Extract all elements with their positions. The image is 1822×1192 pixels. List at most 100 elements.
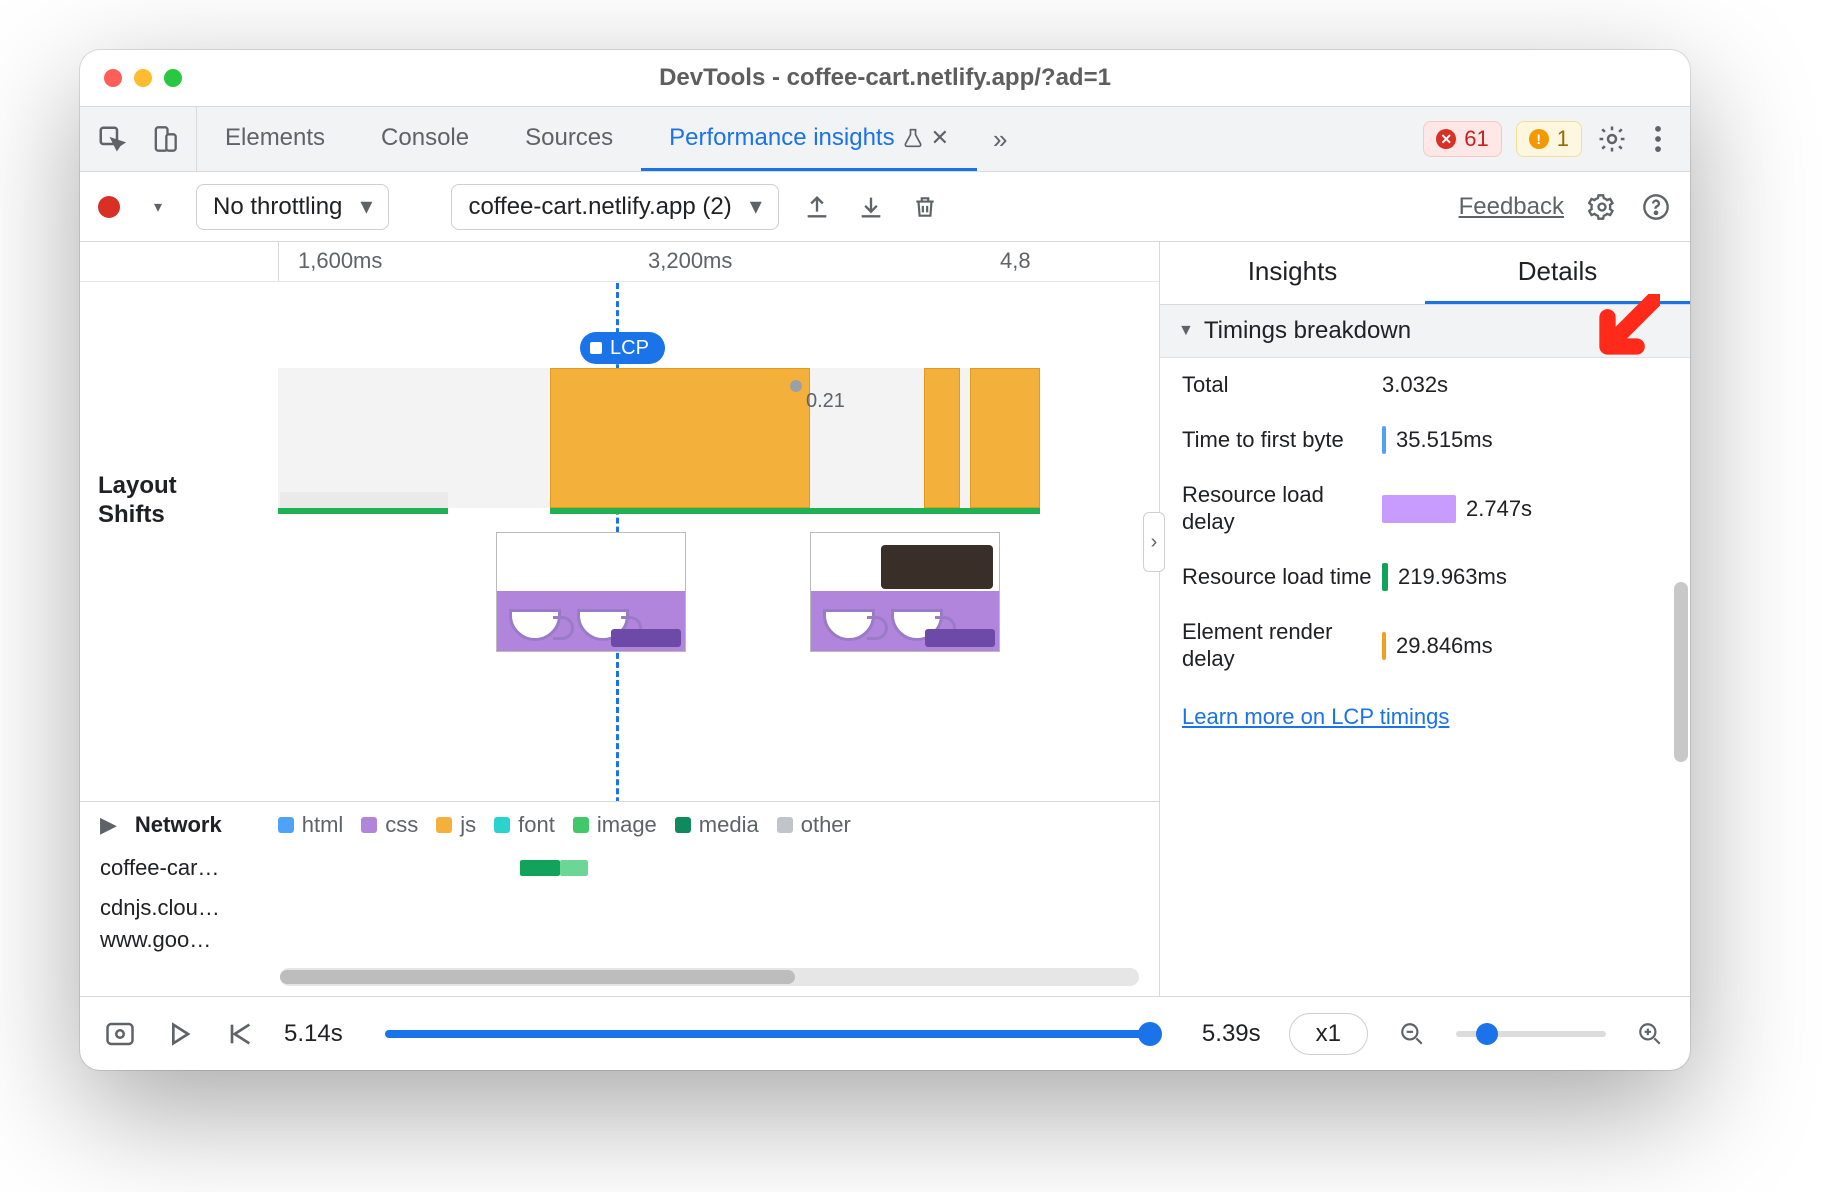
metric-value: 29.846ms [1396,633,1493,659]
legend-js: js [436,812,476,838]
lcp-marker[interactable]: LCP [580,332,665,364]
ls-bar [550,508,1040,514]
network-row[interactable]: coffee-car… [80,848,1159,888]
play-icon[interactable] [164,1018,196,1050]
warning-count: 1 [1557,126,1569,152]
network-rows: coffee-car… cdnjs.clou… www.goo… [80,848,1159,962]
settings-gear-icon[interactable] [1596,123,1628,155]
target-value: coffee-cart.netlify.app (2) [468,193,731,221]
learn-more-link[interactable]: Learn more on LCP timings [1182,704,1449,729]
tab-label: Sources [525,124,613,152]
tab-insights[interactable]: Insights [1160,242,1425,304]
filmstrip-thumb[interactable] [496,532,686,652]
flask-icon [903,127,923,149]
devtools-tabstrip: Elements Console Sources Performance ins… [80,106,1690,172]
metric-label: Time to first byte [1182,427,1372,453]
vertical-scrollbar[interactable] [1674,382,1688,986]
performance-toolbar: ▾ No throttling ▾ coffee-cart.netlify.ap… [80,172,1690,242]
duration: 5.39s [1202,1020,1261,1048]
target-select[interactable]: coffee-cart.netlify.app (2) ▾ [451,184,778,230]
tab-console[interactable]: Console [353,107,497,171]
metric-total: Total 3.032s [1160,358,1690,412]
zoom-knob[interactable] [1476,1023,1498,1045]
speed-value: x1 [1316,1020,1341,1047]
rewind-start-icon[interactable] [224,1018,256,1050]
metric-value: 35.515ms [1396,427,1493,453]
legend-html: html [278,812,344,838]
playback-bar: 5.14s 5.39s x1 [80,996,1690,1070]
cls-marker[interactable] [790,380,802,392]
scrub-slider[interactable] [385,1030,1160,1038]
content-split: 1,600ms 3,200ms 4,8 LCP [80,242,1690,996]
close-tab-icon[interactable]: ✕ [931,125,949,151]
network-row[interactable]: cdnjs.clou… [80,888,1159,928]
network-header: ▶ Network html css js font image media o… [80,801,1159,848]
help-icon[interactable] [1640,191,1672,223]
playback-speed-pill[interactable]: x1 [1289,1013,1368,1055]
tab-sources[interactable]: Sources [497,107,641,171]
metric-ttfb: Time to first byte 35.515ms [1160,412,1690,468]
caret-down-icon: ▾ [750,192,762,221]
network-row-name: coffee-car… [80,855,260,881]
pane-collapse-handle[interactable]: › [1143,512,1165,572]
warning-count-badge[interactable]: ! 1 [1516,121,1582,157]
feedback-link[interactable]: Feedback [1459,193,1564,221]
export-icon[interactable] [801,191,833,223]
network-row[interactable]: www.goo… [80,928,1159,952]
network-row-name: cdnjs.clou… [80,895,260,921]
delete-icon[interactable] [909,191,941,223]
zoom-in-icon[interactable] [1634,1018,1666,1050]
tab-elements[interactable]: Elements [197,107,353,171]
tab-label: Details [1518,256,1597,286]
metric-label: Resource load time [1182,564,1372,590]
legend-font: font [494,812,555,838]
record-menu-caret-icon[interactable]: ▾ [142,191,174,223]
kebab-menu-icon[interactable] [1642,123,1674,155]
time-ruler[interactable]: 1,600ms 3,200ms 4,8 [80,242,1159,282]
collapse-caret-icon: ▼ [1178,322,1194,340]
zoom-slider[interactable] [1456,1031,1606,1037]
close-window-button[interactable] [104,69,122,87]
color-swatch [1382,563,1388,591]
error-count-badge[interactable]: ✕ 61 [1423,121,1501,157]
tab-performance-insights[interactable]: Performance insights ✕ [641,107,977,171]
color-swatch [1382,632,1386,660]
task-block[interactable] [924,368,960,508]
minimize-window-button[interactable] [134,69,152,87]
warning-icon: ! [1529,129,1549,149]
more-tabs-chevron-icon[interactable]: » [977,107,1023,171]
ls-bar [278,508,448,514]
main-task-block[interactable] [550,368,810,508]
inspect-element-icon[interactable] [96,123,128,155]
filmstrip-thumb[interactable] [810,532,1000,652]
tab-label: Insights [1248,256,1338,286]
preview-toggle-icon[interactable] [104,1018,136,1050]
import-icon[interactable] [855,191,887,223]
ruler-tick: 1,600ms [298,248,382,274]
playhead-time: 5.14s [284,1020,343,1048]
tab-label: Console [381,124,469,152]
annotation-arrow-icon [1590,294,1660,364]
color-swatch [1382,495,1456,523]
record-button[interactable] [98,196,120,218]
legend-image: image [573,812,657,838]
zoom-window-button[interactable] [164,69,182,87]
zoom-out-icon[interactable] [1396,1018,1428,1050]
tracks-area[interactable]: LCP 0.21 Layout Shifts [80,282,1159,801]
lcp-label: LCP [610,337,649,360]
caret-down-icon: ▾ [360,192,372,221]
horizontal-scrollbar[interactable] [280,968,1139,986]
panel-settings-icon[interactable] [1586,191,1618,223]
expand-caret-icon[interactable]: ▶ [100,812,117,838]
device-toggle-icon[interactable] [148,123,180,155]
cls-value: 0.21 [806,390,845,413]
ruler-tick: 4,8 [1000,248,1031,274]
metric-value: 2.747s [1466,496,1532,522]
metric-label: Element render delay [1182,619,1372,672]
metric-load-delay: Resource load delay 2.747s [1160,468,1690,549]
throttling-select[interactable]: No throttling ▾ [196,184,389,230]
network-row-name: www.goo… [80,928,260,952]
task-block[interactable] [970,368,1040,508]
scrub-knob[interactable] [1138,1022,1162,1046]
window-controls [104,69,182,87]
